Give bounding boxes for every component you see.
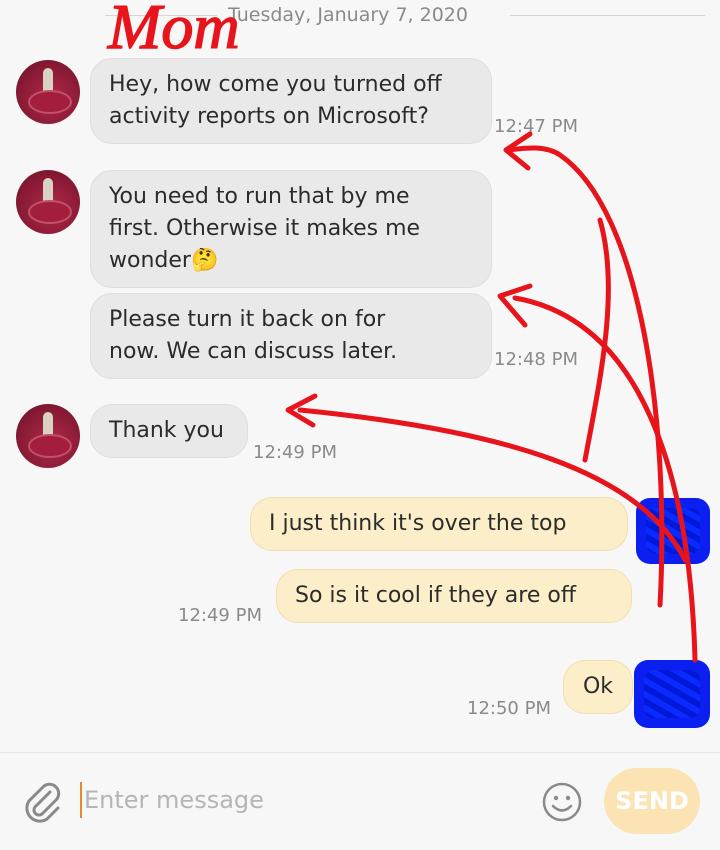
date-separator: Tuesday, January 7, 2020 [0,0,720,30]
outgoing-message[interactable]: So is it cool if they are off [276,569,632,623]
message-timestamp: 12:47 PM [494,116,578,137]
annotation-arrowhead [497,283,533,328]
contact-avatar[interactable] [16,60,80,124]
divider-left [105,15,217,16]
smiley-icon[interactable] [540,780,584,824]
annotation-arrowhead [503,131,533,171]
incoming-message[interactable]: You need to run that by me first. Otherw… [90,170,492,288]
message-timestamp: 12:48 PM [494,349,578,370]
contact-avatar[interactable] [16,170,80,234]
incoming-message[interactable]: Please turn it back on for now. We can d… [90,293,492,379]
incoming-message[interactable]: Thank you [90,404,248,458]
date-label: Tuesday, January 7, 2020 [228,4,468,26]
paperclip-icon[interactable] [20,780,64,824]
annotation-arrow [582,217,611,463]
message-timestamp: 12:50 PM [467,698,551,719]
redaction-scribble [636,498,710,564]
message-timestamp: 12:49 PM [178,605,262,626]
redaction-scribble [634,660,710,728]
contact-avatar[interactable] [16,404,80,468]
incoming-message[interactable]: Hey, how come you turned off activity re… [90,58,492,144]
send-button[interactable]: SEND [604,768,700,834]
outgoing-message[interactable]: Ok [563,660,633,714]
outgoing-message[interactable]: I just think it's over the top [250,497,628,551]
message-timestamp: 12:49 PM [253,442,337,463]
divider-right [510,15,705,16]
annotation-arrowhead [285,393,318,428]
message-input[interactable] [82,780,524,820]
